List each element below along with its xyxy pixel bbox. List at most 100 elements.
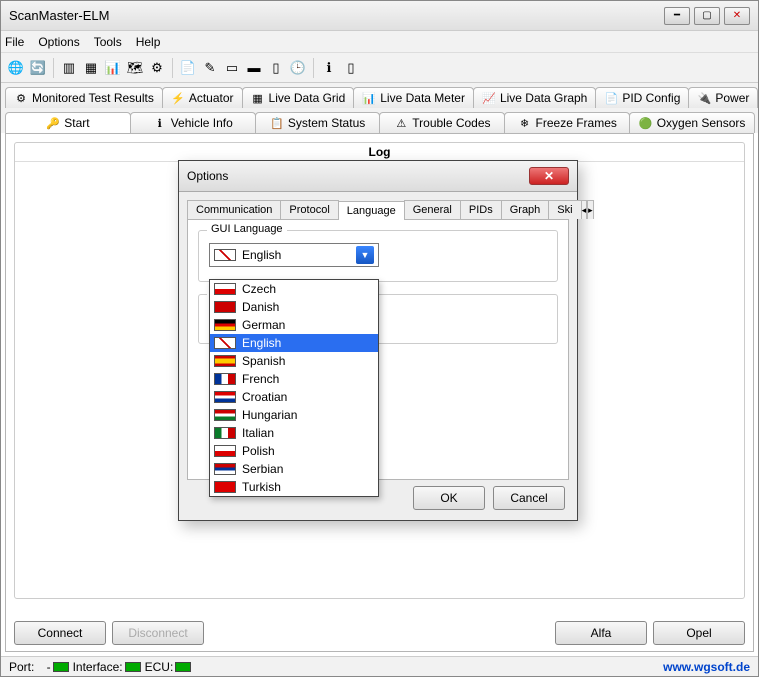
- lang-option-label: Turkish: [242, 480, 281, 494]
- tab-label: Monitored Test Results: [32, 91, 154, 105]
- it-flag-icon: [214, 427, 236, 439]
- gb-flag-icon: [214, 249, 236, 261]
- dialog-tab-general[interactable]: General: [404, 200, 461, 219]
- dialog-tab-pids[interactable]: PIDs: [460, 200, 502, 219]
- chevron-down-icon[interactable]: ▼: [356, 246, 374, 264]
- lang-option-german[interactable]: German: [210, 316, 378, 334]
- hu-flag-icon: [214, 409, 236, 421]
- menu-tools[interactable]: Tools: [94, 35, 122, 49]
- tab-oxygen-sensors[interactable]: 🟢Oxygen Sensors: [629, 112, 755, 133]
- edit-icon[interactable]: ✎: [201, 59, 219, 77]
- system-status-icon: 📋: [270, 116, 284, 130]
- connect-button[interactable]: Connect: [14, 621, 106, 645]
- copy-icon[interactable]: 📄: [179, 59, 197, 77]
- tab-label: Power: [715, 91, 749, 105]
- dialog-tabs: CommunicationProtocolLanguageGeneralPIDs…: [187, 200, 569, 220]
- dialog-tab-ski[interactable]: Ski: [548, 200, 581, 219]
- dialog-tab-language[interactable]: Language: [338, 201, 405, 220]
- console-icon[interactable]: ▬: [245, 59, 263, 77]
- website-link[interactable]: www.wgsoft.de: [663, 660, 750, 674]
- gui-language-group: GUI Language English ▼ CzechDanishGerman…: [198, 230, 558, 282]
- refresh-icon[interactable]: 🔄: [29, 59, 47, 77]
- lang-option-polish[interactable]: Polish: [210, 442, 378, 460]
- dialog-tab-protocol[interactable]: Protocol: [280, 200, 338, 219]
- lang-option-label: Czech: [242, 282, 276, 296]
- menu-file[interactable]: File: [5, 35, 24, 49]
- start-icon: 🔑: [46, 116, 60, 130]
- tab-label: Live Data Graph: [500, 91, 587, 105]
- tab-freeze-frames[interactable]: ❄ Freeze Frames: [504, 112, 630, 133]
- ok-button[interactable]: OK: [413, 486, 485, 510]
- hr-flag-icon: [214, 391, 236, 403]
- maximize-button[interactable]: ▢: [694, 7, 720, 25]
- titlebar: ScanMaster-ELM ━ ▢ ✕: [1, 1, 758, 31]
- tab-trouble-codes[interactable]: ⚠Trouble Codes: [379, 112, 505, 133]
- lang-option-label: Croatian: [242, 390, 287, 404]
- lang-option-french[interactable]: French: [210, 370, 378, 388]
- dialog-tab-communication[interactable]: Communication: [187, 200, 281, 219]
- chart-icon[interactable]: 📊: [104, 59, 122, 77]
- tab-label: Freeze Frames: [536, 116, 617, 130]
- language-combobox[interactable]: English ▼: [209, 243, 379, 267]
- lang-option-spanish[interactable]: Spanish: [210, 352, 378, 370]
- dk-flag-icon: [214, 301, 236, 313]
- lang-option-hungarian[interactable]: Hungarian: [210, 406, 378, 424]
- gear-icon[interactable]: ⚙: [148, 59, 166, 77]
- alfa-button[interactable]: Alfa: [555, 621, 647, 645]
- terminal-icon[interactable]: ▭: [223, 59, 241, 77]
- lang-option-czech[interactable]: Czech: [210, 280, 378, 298]
- lang-option-turkish[interactable]: Turkish: [210, 478, 378, 496]
- lang-option-label: French: [242, 372, 279, 386]
- earth-icon[interactable]: 🌐: [7, 59, 25, 77]
- status-port-label: Port:: [9, 660, 34, 674]
- dialog-title: Options: [187, 169, 228, 183]
- map-icon[interactable]: 🗺: [126, 59, 144, 77]
- tabs-row-1: ⚙Monitored Test Results⚡Actuator▦Live Da…: [1, 83, 758, 108]
- tab-scroll-right-icon[interactable]: ▸: [587, 200, 594, 219]
- close-button[interactable]: ✕: [724, 7, 750, 25]
- dialog-close-button[interactable]: ✕: [529, 167, 569, 185]
- menu-options[interactable]: Options: [38, 35, 79, 49]
- menu-help[interactable]: Help: [136, 35, 161, 49]
- rs-flag-icon: [214, 463, 236, 475]
- device-icon[interactable]: ▯: [267, 59, 285, 77]
- tab-live-data-grid[interactable]: ▦Live Data Grid: [242, 87, 355, 108]
- clock-icon[interactable]: 🕒: [289, 59, 307, 77]
- lang-option-serbian[interactable]: Serbian: [210, 460, 378, 478]
- tab-start[interactable]: 🔑Start: [5, 112, 131, 133]
- tab-power[interactable]: 🔌 Power: [688, 87, 758, 108]
- grid-a-icon[interactable]: ▥: [60, 59, 78, 77]
- tab-live-data-graph[interactable]: 📈 Live Data Graph: [473, 87, 596, 108]
- cz-flag-icon: [214, 283, 236, 295]
- minimize-button[interactable]: ━: [664, 7, 690, 25]
- bottom-button-bar: Connect Disconnect Alfa Opel: [14, 621, 745, 645]
- pid-config-icon: 📄: [604, 91, 618, 105]
- pl-flag-icon: [214, 445, 236, 457]
- lang-option-english[interactable]: English: [210, 334, 378, 352]
- grid-b-icon[interactable]: ▦: [82, 59, 100, 77]
- lang-option-italian[interactable]: Italian: [210, 424, 378, 442]
- language-dropdown: Czech DanishGermanEnglishSpanish French Cro…: [209, 279, 379, 497]
- tab-actuator[interactable]: ⚡Actuator: [162, 87, 243, 108]
- lang-option-croatian[interactable]: Croatian: [210, 388, 378, 406]
- interface-led-icon: [125, 662, 141, 672]
- tab-live-data-meter[interactable]: 📊Live Data Meter: [353, 87, 474, 108]
- dialog-tab-graph[interactable]: Graph: [501, 200, 550, 219]
- tab-pid-config[interactable]: 📄PID Config: [595, 87, 689, 108]
- info-icon[interactable]: ℹ: [320, 59, 338, 77]
- gb-flag-icon: [214, 337, 236, 349]
- live-data-graph-icon: 📈: [482, 91, 496, 105]
- tab-label: Live Data Meter: [380, 91, 465, 105]
- lang-option-danish[interactable]: Danish: [210, 298, 378, 316]
- tab-monitored-test-results[interactable]: ⚙Monitored Test Results: [5, 87, 163, 108]
- tab-system-status[interactable]: 📋System Status: [255, 112, 381, 133]
- status-ecu-label: ECU:: [145, 660, 174, 674]
- power-icon: 🔌: [697, 91, 711, 105]
- stack-icon[interactable]: ▯: [342, 59, 360, 77]
- dialog-titlebar: Options ✕: [179, 161, 577, 192]
- cancel-button[interactable]: Cancel: [493, 486, 565, 510]
- opel-button[interactable]: Opel: [653, 621, 745, 645]
- freeze-frames-icon: ❄: [518, 116, 532, 130]
- tab-vehicle-info[interactable]: ℹVehicle Info: [130, 112, 256, 133]
- live-data-grid-icon: ▦: [251, 91, 265, 105]
